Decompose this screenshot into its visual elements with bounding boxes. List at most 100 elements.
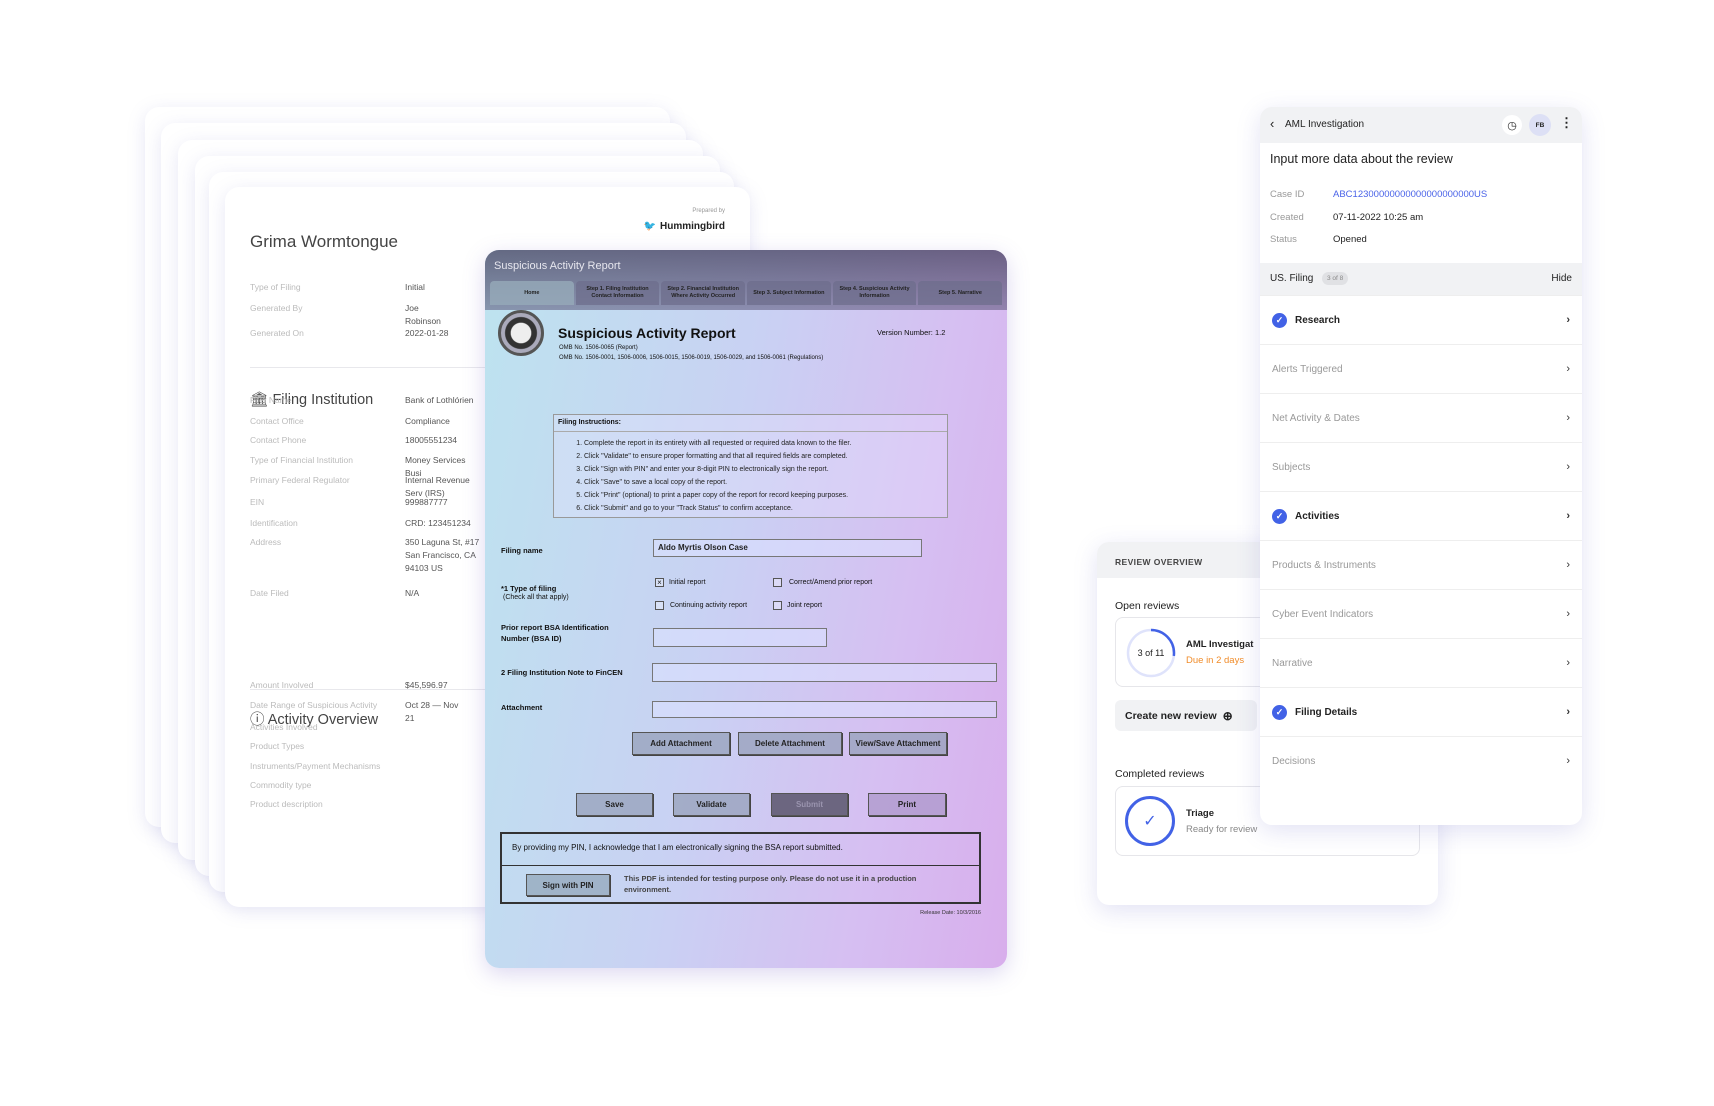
- back-arrow-icon[interactable]: ‹: [1270, 116, 1274, 131]
- validate-button[interactable]: Validate: [673, 793, 750, 816]
- completed-reviews-title: Completed reviews: [1115, 768, 1205, 780]
- attachment-input[interactable]: [652, 701, 997, 718]
- label: Generated By: [250, 303, 303, 313]
- field-label: Activities Involved: [250, 722, 318, 732]
- create-new-review-button[interactable]: Create new review ⊕: [1115, 700, 1257, 731]
- field-value: 350 Laguna St, #17 San Francisco, CA 941…: [405, 537, 480, 573]
- nav-item-research[interactable]: ✓ Research ›: [1260, 295, 1582, 344]
- instruction-item: Click "Validate" to ensure proper format…: [584, 450, 851, 463]
- tab-step-3[interactable]: Step 3. Subject Information: [747, 281, 831, 305]
- plus-circle-icon: ⊕: [1222, 708, 1233, 723]
- clock-icon[interactable]: ◷: [1502, 115, 1522, 135]
- panel-title: AML Investigation: [1285, 119, 1365, 130]
- tab-step-4[interactable]: Step 4. Suspicious Activity Information: [832, 281, 917, 305]
- field-label: Created: [1270, 211, 1304, 223]
- filing-name-input[interactable]: Aldo Myrtis Olson Case: [653, 539, 922, 557]
- chevron-right-icon: ›: [1566, 559, 1570, 571]
- hide-button[interactable]: Hide: [1551, 273, 1572, 284]
- progress-text: 3 of 11: [1137, 648, 1165, 658]
- due-date: Due in 2 days: [1186, 655, 1245, 666]
- instruction-item: Click "Print" (optional) to print a pape…: [584, 489, 851, 502]
- field-label: Product Types: [250, 741, 305, 751]
- tab-step-1[interactable]: Step 1. Filing Institution Contact Infor…: [575, 281, 660, 305]
- chevron-right-icon: ›: [1566, 706, 1570, 718]
- nav-item-cyber-event-indicators[interactable]: Cyber Event Indicators ›: [1260, 589, 1582, 638]
- avatar[interactable]: FB: [1529, 114, 1551, 136]
- check-icon: ✓: [1272, 704, 1287, 720]
- review-status: Ready for review: [1186, 824, 1258, 835]
- checkbox-joint-report[interactable]: [773, 601, 782, 610]
- check-icon: ✓: [1272, 508, 1287, 524]
- nav-item-subjects[interactable]: Subjects ›: [1260, 442, 1582, 491]
- view-save-attachment-button[interactable]: View/Save Attachment: [849, 732, 947, 755]
- panel-header: ‹ AML Investigation ◷ FB ⋮: [1260, 107, 1582, 143]
- nav-item-activities[interactable]: ✓ Activities ›: [1260, 491, 1582, 540]
- field-label: Contact Phone: [250, 435, 307, 445]
- field-value: 999887777: [405, 497, 448, 507]
- value: Joe Robinson: [405, 303, 441, 326]
- treasury-seal-icon: [498, 310, 544, 356]
- checkbox-initial-report[interactable]: ×: [655, 578, 664, 587]
- add-attachment-button[interactable]: Add Attachment: [632, 732, 730, 755]
- delete-attachment-button[interactable]: Delete Attachment: [738, 732, 842, 755]
- kebab-menu-icon[interactable]: ⋮: [1560, 115, 1573, 131]
- field-label: Commodity type: [250, 780, 312, 790]
- tab-step-2[interactable]: Step 2. Financial Institution Where Acti…: [661, 281, 746, 305]
- field-label: Amount Involved: [250, 680, 314, 690]
- chevron-right-icon: ›: [1566, 363, 1570, 375]
- chevron-right-icon: ›: [1566, 314, 1570, 326]
- chevron-right-icon: ›: [1566, 510, 1570, 522]
- nav-item-filing-details[interactable]: ✓ Filing Details ›: [1260, 687, 1582, 736]
- note-to-fincen-input[interactable]: [652, 663, 997, 682]
- print-button[interactable]: Print: [868, 793, 946, 816]
- checkbox-label: Joint report: [787, 602, 823, 609]
- omb-report: OMB No. 1506-0065 (Report): [559, 345, 638, 351]
- instruction-item: Complete the report in its entirety with…: [584, 437, 851, 450]
- field-value: Opened: [1333, 234, 1367, 245]
- submit-button[interactable]: Submit: [771, 793, 848, 816]
- review-name: Triage: [1186, 808, 1214, 819]
- sign-with-pin-button[interactable]: Sign with PIN: [526, 874, 610, 896]
- chevron-right-icon: ›: [1566, 412, 1570, 424]
- window-title: Suspicious Activity Report: [494, 260, 621, 272]
- nav-item-alerts-triggered[interactable]: Alerts Triggered ›: [1260, 344, 1582, 393]
- check-circle-icon: ✓: [1125, 796, 1175, 846]
- checkbox-label: Correct/Amend prior report: [789, 579, 873, 586]
- prepared-by: Prepared by: [692, 208, 725, 214]
- nav-item-label: Cyber Event Indicators: [1272, 608, 1374, 620]
- case-id-link[interactable]: ABC12300000000000000000000US: [1333, 189, 1487, 200]
- tab-home[interactable]: Home: [490, 281, 574, 305]
- nav-item-net-activity-dates[interactable]: Net Activity & Dates ›: [1260, 393, 1582, 442]
- instructions-title: Filing Instructions:: [558, 419, 621, 426]
- field-value: CRD: 123451234: [405, 518, 471, 528]
- nav-item-label: Products & Instruments: [1272, 559, 1376, 571]
- field-label: Date Filed: [250, 588, 289, 598]
- nav-item-label: Alerts Triggered: [1272, 363, 1343, 375]
- pdf-testing-note: This PDF is intended for testing purpose…: [624, 874, 917, 894]
- field-label: Contact Office: [250, 416, 304, 426]
- save-button[interactable]: Save: [576, 793, 653, 816]
- section-title: US. Filing: [1270, 273, 1314, 284]
- nav-item-narrative[interactable]: Narrative ›: [1260, 638, 1582, 687]
- open-reviews-title: Open reviews: [1115, 600, 1180, 612]
- pin-acknowledgement: By providing my PIN, I acknowledge that …: [512, 843, 843, 852]
- nav-item-label: Decisions: [1272, 755, 1316, 767]
- nav-item-label: Narrative: [1272, 657, 1313, 669]
- nav-item-decisions[interactable]: Decisions ›: [1260, 736, 1582, 785]
- nav-item-products-instruments[interactable]: Products & Instruments ›: [1260, 540, 1582, 589]
- field-label: Filer Name: [250, 395, 292, 405]
- subject-name: Grima Wormtongue: [250, 232, 399, 251]
- sar-form-window: Suspicious Activity Report Home Step 1. F…: [485, 250, 1007, 968]
- bsa-id-input[interactable]: [653, 628, 827, 647]
- hummingbird-icon: 🐦: [643, 221, 656, 232]
- field-value: Bank of Lothlórien: [405, 395, 474, 405]
- checkbox-correct-amend-prior-report[interactable]: [773, 578, 782, 587]
- instruction-item: Click "Sign with PIN" and enter your 8-d…: [584, 463, 851, 476]
- value: Initial: [405, 282, 425, 292]
- nav-item-label: Net Activity & Dates: [1272, 412, 1360, 424]
- step-tabs: Home Step 1. Filing Institution Contact I…: [490, 281, 1003, 305]
- checkbox-continuing-activity-report[interactable]: [655, 601, 664, 610]
- chevron-right-icon: ›: [1566, 461, 1570, 473]
- tab-step-5[interactable]: Step 5. Narrative: [918, 281, 1003, 305]
- field-value: Oct 28 — Nov 21: [405, 700, 459, 723]
